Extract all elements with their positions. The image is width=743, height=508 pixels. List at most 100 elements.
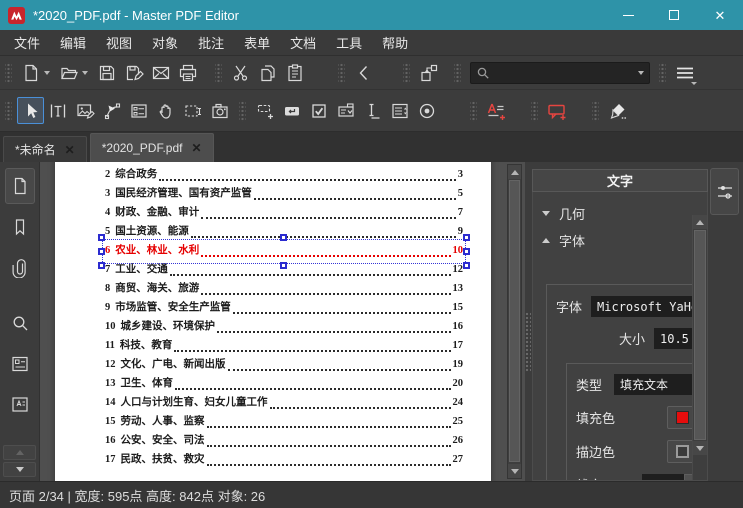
save-button[interactable] bbox=[93, 59, 120, 86]
menu-tools[interactable]: 工具 bbox=[326, 30, 372, 55]
toc-entry[interactable]: 15 劳动、人事、监察 25 bbox=[105, 413, 463, 432]
scrollbar-up-button[interactable] bbox=[508, 165, 521, 179]
search-box[interactable] bbox=[470, 61, 650, 84]
sidebar-scroll-down-button[interactable] bbox=[3, 462, 36, 477]
edit-forms-tool-button[interactable] bbox=[125, 97, 152, 124]
open-dropdown-icon[interactable] bbox=[82, 70, 88, 75]
scrollbar-thumb[interactable] bbox=[509, 180, 520, 462]
tab-close-icon[interactable] bbox=[65, 144, 75, 156]
tab-2020-pdf[interactable]: *2020_PDF.pdf bbox=[89, 133, 214, 162]
toc-entry[interactable]: 10 城乡建设、环境保护 16 bbox=[105, 318, 463, 337]
menu-file[interactable]: 文件 bbox=[4, 30, 50, 55]
sidebar-bookmarks-button[interactable] bbox=[5, 209, 35, 245]
toolbar-drag-handle[interactable] bbox=[338, 61, 345, 84]
close-button[interactable] bbox=[697, 0, 743, 30]
edit-image-tool-button[interactable] bbox=[71, 97, 98, 124]
toc-entry[interactable]: 14 人口与计划生育、妇女儿童工作 24 bbox=[105, 394, 463, 413]
main-menu-button[interactable] bbox=[671, 59, 698, 86]
scrollbar-down-button[interactable] bbox=[693, 441, 707, 455]
search-dropdown-icon[interactable] bbox=[638, 70, 644, 75]
add-link-tool-button[interactable] bbox=[251, 97, 278, 124]
toc-entry[interactable]: 12 文化、广电、新闻出版 19 bbox=[105, 356, 463, 375]
toolbar-drag-handle[interactable] bbox=[5, 99, 12, 122]
maximize-button[interactable] bbox=[651, 0, 697, 30]
menu-edit[interactable]: 编辑 bbox=[50, 30, 96, 55]
combo-box-tool-button[interactable] bbox=[332, 97, 359, 124]
select-region-tool-button[interactable] bbox=[179, 97, 206, 124]
highlighter-tool-button[interactable] bbox=[604, 97, 631, 124]
radio-button-tool-button[interactable] bbox=[413, 97, 440, 124]
list-box-tool-button[interactable] bbox=[386, 97, 413, 124]
toc-entry[interactable]: 13 卫生、体育 20 bbox=[105, 375, 463, 394]
toolbar-drag-handle[interactable] bbox=[659, 61, 666, 84]
search-input[interactable] bbox=[490, 64, 638, 81]
selection-handle[interactable] bbox=[463, 234, 470, 241]
save-as-button[interactable] bbox=[120, 59, 147, 86]
select-tool-button[interactable] bbox=[17, 97, 44, 124]
toc-entry[interactable]: 17 民政、扶贫、救灾 27 bbox=[105, 451, 463, 470]
scrollbar-up-button[interactable] bbox=[693, 215, 707, 229]
selection-handle[interactable] bbox=[98, 234, 105, 241]
selection-handle[interactable] bbox=[463, 262, 470, 269]
sidebar-form-fields-button[interactable] bbox=[5, 346, 35, 382]
sidebar-scroll-up-button[interactable] bbox=[3, 445, 36, 460]
section-geometry[interactable]: 几何 bbox=[533, 200, 707, 227]
panel-scrollbar[interactable] bbox=[692, 215, 707, 480]
copy-button[interactable] bbox=[254, 59, 281, 86]
menu-annotation[interactable]: 批注 bbox=[188, 30, 234, 55]
paste-button[interactable] bbox=[281, 59, 308, 86]
menu-forms[interactable]: 表单 bbox=[234, 30, 280, 55]
toc-entry[interactable]: 4 财政、金融、审计 7 bbox=[105, 204, 463, 223]
toolbar-drag-handle[interactable] bbox=[403, 61, 410, 84]
document-view[interactable]: 2 综合政务 3 3 国民经济管理、国有资产监管 5 4 财政、金融、审计 7 … bbox=[40, 162, 525, 481]
toc-entry[interactable]: 6 农业、林业、水利 10 bbox=[98, 234, 470, 269]
panel-settings-tab[interactable] bbox=[710, 168, 739, 215]
tab-close-icon[interactable] bbox=[191, 142, 201, 154]
toc-entry[interactable]: 11 科技、教育 17 bbox=[105, 337, 463, 356]
sidebar-attachments-button[interactable] bbox=[5, 250, 35, 286]
line-width-input[interactable]: 1 bbox=[642, 474, 684, 480]
toc-entry[interactable]: 16 公安、安全、司法 26 bbox=[105, 432, 463, 451]
sidebar-signatures-button[interactable] bbox=[5, 387, 35, 423]
tab-untitled[interactable]: *未命名 bbox=[3, 136, 87, 162]
scrollbar-down-button[interactable] bbox=[508, 464, 521, 478]
push-button-tool-button[interactable] bbox=[278, 97, 305, 124]
toc-entry[interactable]: 2 综合政务 3 bbox=[105, 166, 463, 185]
selection-handle[interactable] bbox=[98, 247, 105, 255]
toolbar-drag-handle[interactable] bbox=[239, 99, 246, 122]
open-button[interactable] bbox=[55, 59, 82, 86]
sidebar-page-thumbnails-button[interactable] bbox=[4, 168, 35, 204]
selection-handle[interactable] bbox=[463, 247, 470, 255]
toolbar-drag-handle[interactable] bbox=[454, 61, 461, 84]
snapshot-tool-button[interactable] bbox=[206, 97, 233, 124]
menu-help[interactable]: 帮助 bbox=[372, 30, 418, 55]
selection-handle[interactable] bbox=[280, 234, 287, 241]
toc-entry[interactable]: 3 国民经济管理、国有资产监管 5 bbox=[105, 185, 463, 204]
print-button[interactable] bbox=[174, 59, 201, 86]
menu-document[interactable]: 文档 bbox=[280, 30, 326, 55]
selection-handle[interactable] bbox=[280, 262, 287, 269]
edit-path-tool-button[interactable] bbox=[98, 97, 125, 124]
menu-view[interactable]: 视图 bbox=[96, 30, 142, 55]
add-text-annotation-button[interactable] bbox=[482, 97, 509, 124]
add-sticky-note-button[interactable] bbox=[543, 97, 570, 124]
toc-entry[interactable]: 9 市场监管、安全生产监管 15 bbox=[105, 299, 463, 318]
toolbar-drag-handle[interactable] bbox=[592, 99, 599, 122]
toc-entry[interactable]: 8 商贸、海关、旅游 13 bbox=[105, 280, 463, 299]
sidebar-search-button[interactable] bbox=[5, 305, 35, 341]
menu-object[interactable]: 对象 bbox=[142, 30, 188, 55]
edit-text-tool-button[interactable] bbox=[44, 97, 71, 124]
font-family-input[interactable]: Microsoft YaHei bbox=[591, 296, 706, 317]
text-form-field-tool-button[interactable] bbox=[359, 97, 386, 124]
new-document-dropdown-icon[interactable] bbox=[44, 70, 50, 75]
new-document-button[interactable] bbox=[17, 59, 44, 86]
organize-pages-button[interactable] bbox=[415, 59, 442, 86]
toolbar-drag-handle[interactable] bbox=[5, 61, 12, 84]
panel-resize-grip[interactable] bbox=[525, 312, 531, 372]
selection-handle[interactable] bbox=[98, 262, 105, 269]
email-button[interactable] bbox=[147, 59, 174, 86]
checkbox-tool-button[interactable] bbox=[305, 97, 332, 124]
back-button[interactable] bbox=[350, 59, 377, 86]
section-font[interactable]: 字体 bbox=[533, 227, 707, 254]
toolbar-drag-handle[interactable] bbox=[470, 99, 477, 122]
